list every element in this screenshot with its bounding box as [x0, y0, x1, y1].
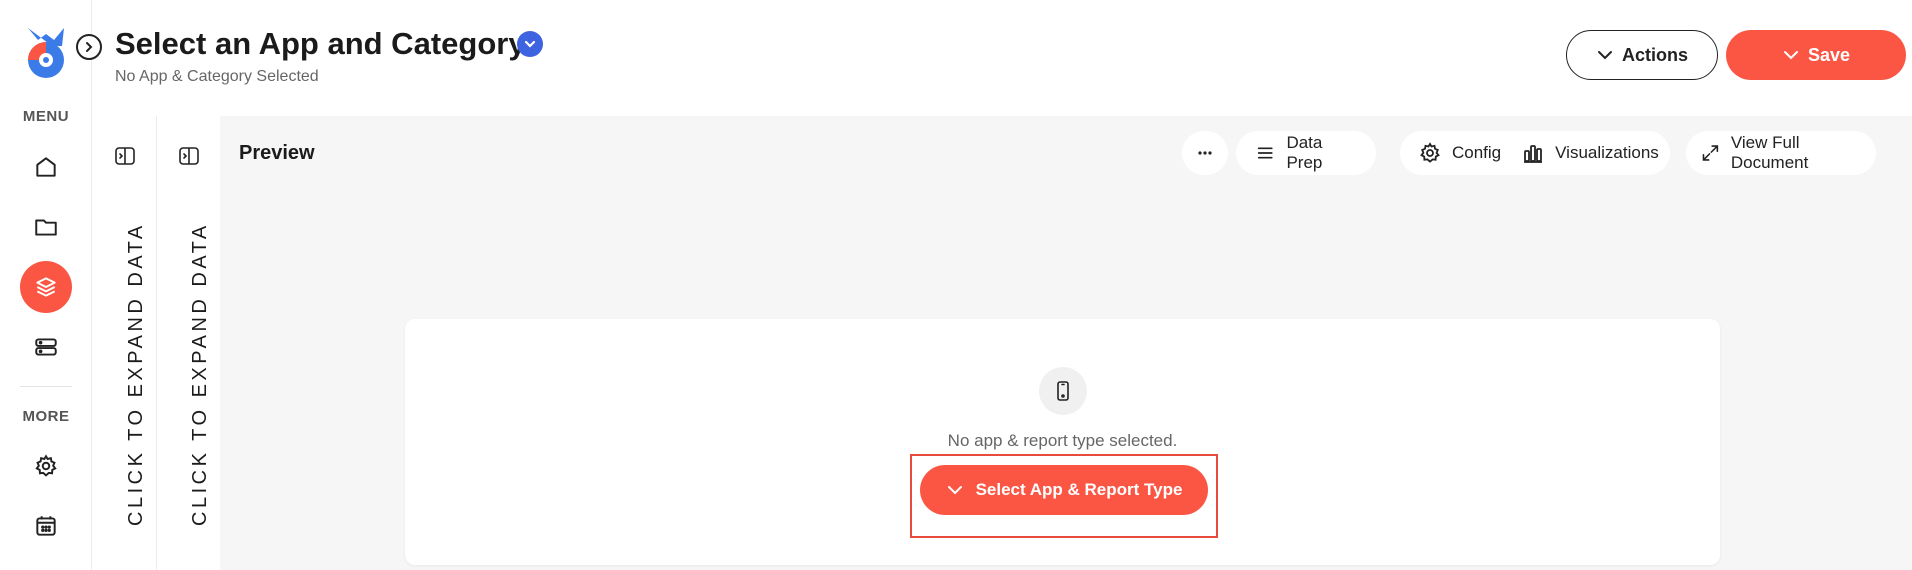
gear-icon	[1420, 142, 1440, 163]
rail-divider	[20, 386, 72, 387]
collapsed-data-panel-2[interactable]: CLICK TO EXPAND DATA	[157, 116, 221, 570]
menu-lines-icon	[1257, 147, 1273, 159]
sidebar-toggle-button[interactable]	[76, 34, 102, 60]
calendar-icon	[36, 516, 56, 536]
chevron-down-icon	[947, 486, 962, 495]
empty-state-message: No app & report type selected.	[947, 431, 1178, 450]
select-app-report-type-button[interactable]: Select App & Report Type	[920, 465, 1208, 515]
expand-panel-icon[interactable]	[177, 144, 201, 168]
save-label: Save	[1807, 44, 1851, 65]
expand-data-label: CLICK TO EXPAND DATA	[125, 222, 147, 526]
view-full-document-label: View Full Document	[1730, 133, 1809, 172]
servers-icon	[35, 338, 57, 356]
chevron-down-icon	[1783, 51, 1798, 60]
bar-chart-icon	[1524, 145, 1543, 163]
config-label: Config	[1452, 143, 1502, 162]
nav-item-folder[interactable]	[20, 201, 72, 253]
preview-title: Preview	[239, 142, 315, 164]
menu-section-label: MENU	[22, 108, 70, 125]
mobile-icon-badge	[1039, 367, 1087, 415]
chevron-right-icon	[86, 42, 93, 52]
chevron-down-icon	[1597, 51, 1612, 60]
folder-icon	[35, 219, 57, 236]
data-prep-label: Data Prep	[1286, 133, 1323, 172]
nav-item-servers[interactable]	[20, 321, 72, 373]
app-logo[interactable]	[22, 24, 70, 80]
more-options-button[interactable]	[1182, 131, 1228, 175]
page-title: Select an App and Category	[115, 26, 526, 61]
select-app-report-type-label: Select App & Report Type	[975, 480, 1183, 499]
collapsed-data-panel-1[interactable]: CLICK TO EXPAND DATA	[93, 116, 157, 570]
nav-item-calendar[interactable]	[20, 500, 72, 552]
empty-state-card: No app & report type selected. Select Ap…	[405, 319, 1720, 565]
home-icon	[36, 157, 56, 177]
view-full-document-button[interactable]: View Full Document	[1686, 131, 1876, 175]
save-button[interactable]: Save	[1726, 30, 1906, 80]
page-subtitle: No App & Category Selected	[115, 68, 319, 85]
title-dropdown-button[interactable]	[517, 31, 543, 57]
expand-icon	[1702, 145, 1719, 161]
visualizations-button[interactable]: Visualizations	[1521, 141, 1659, 165]
actions-button[interactable]: Actions	[1566, 30, 1718, 80]
data-prep-button[interactable]: Data Prep	[1236, 131, 1376, 175]
chevron-down-icon	[524, 40, 536, 48]
mobile-icon	[1057, 381, 1069, 401]
gear-icon	[35, 454, 57, 477]
expand-data-label: CLICK TO EXPAND DATA	[189, 222, 211, 526]
ellipsis-icon	[1198, 151, 1212, 155]
nav-item-settings[interactable]	[20, 440, 72, 492]
layers-icon	[36, 277, 56, 297]
nav-item-layers[interactable]	[20, 261, 72, 313]
config-visualizations-group: Config Visualizations	[1400, 131, 1670, 175]
actions-label: Actions	[1621, 44, 1688, 65]
expand-panel-icon[interactable]	[113, 144, 137, 168]
more-section-label: MORE	[22, 408, 70, 425]
preview-area: Preview Data Prep Config Visualizations …	[220, 116, 1912, 570]
nav-item-home[interactable]	[20, 141, 72, 193]
sidebar-nav: MENU MORE	[0, 0, 92, 570]
config-button[interactable]: Config	[1418, 141, 1501, 165]
visualizations-label: Visualizations	[1555, 143, 1659, 162]
